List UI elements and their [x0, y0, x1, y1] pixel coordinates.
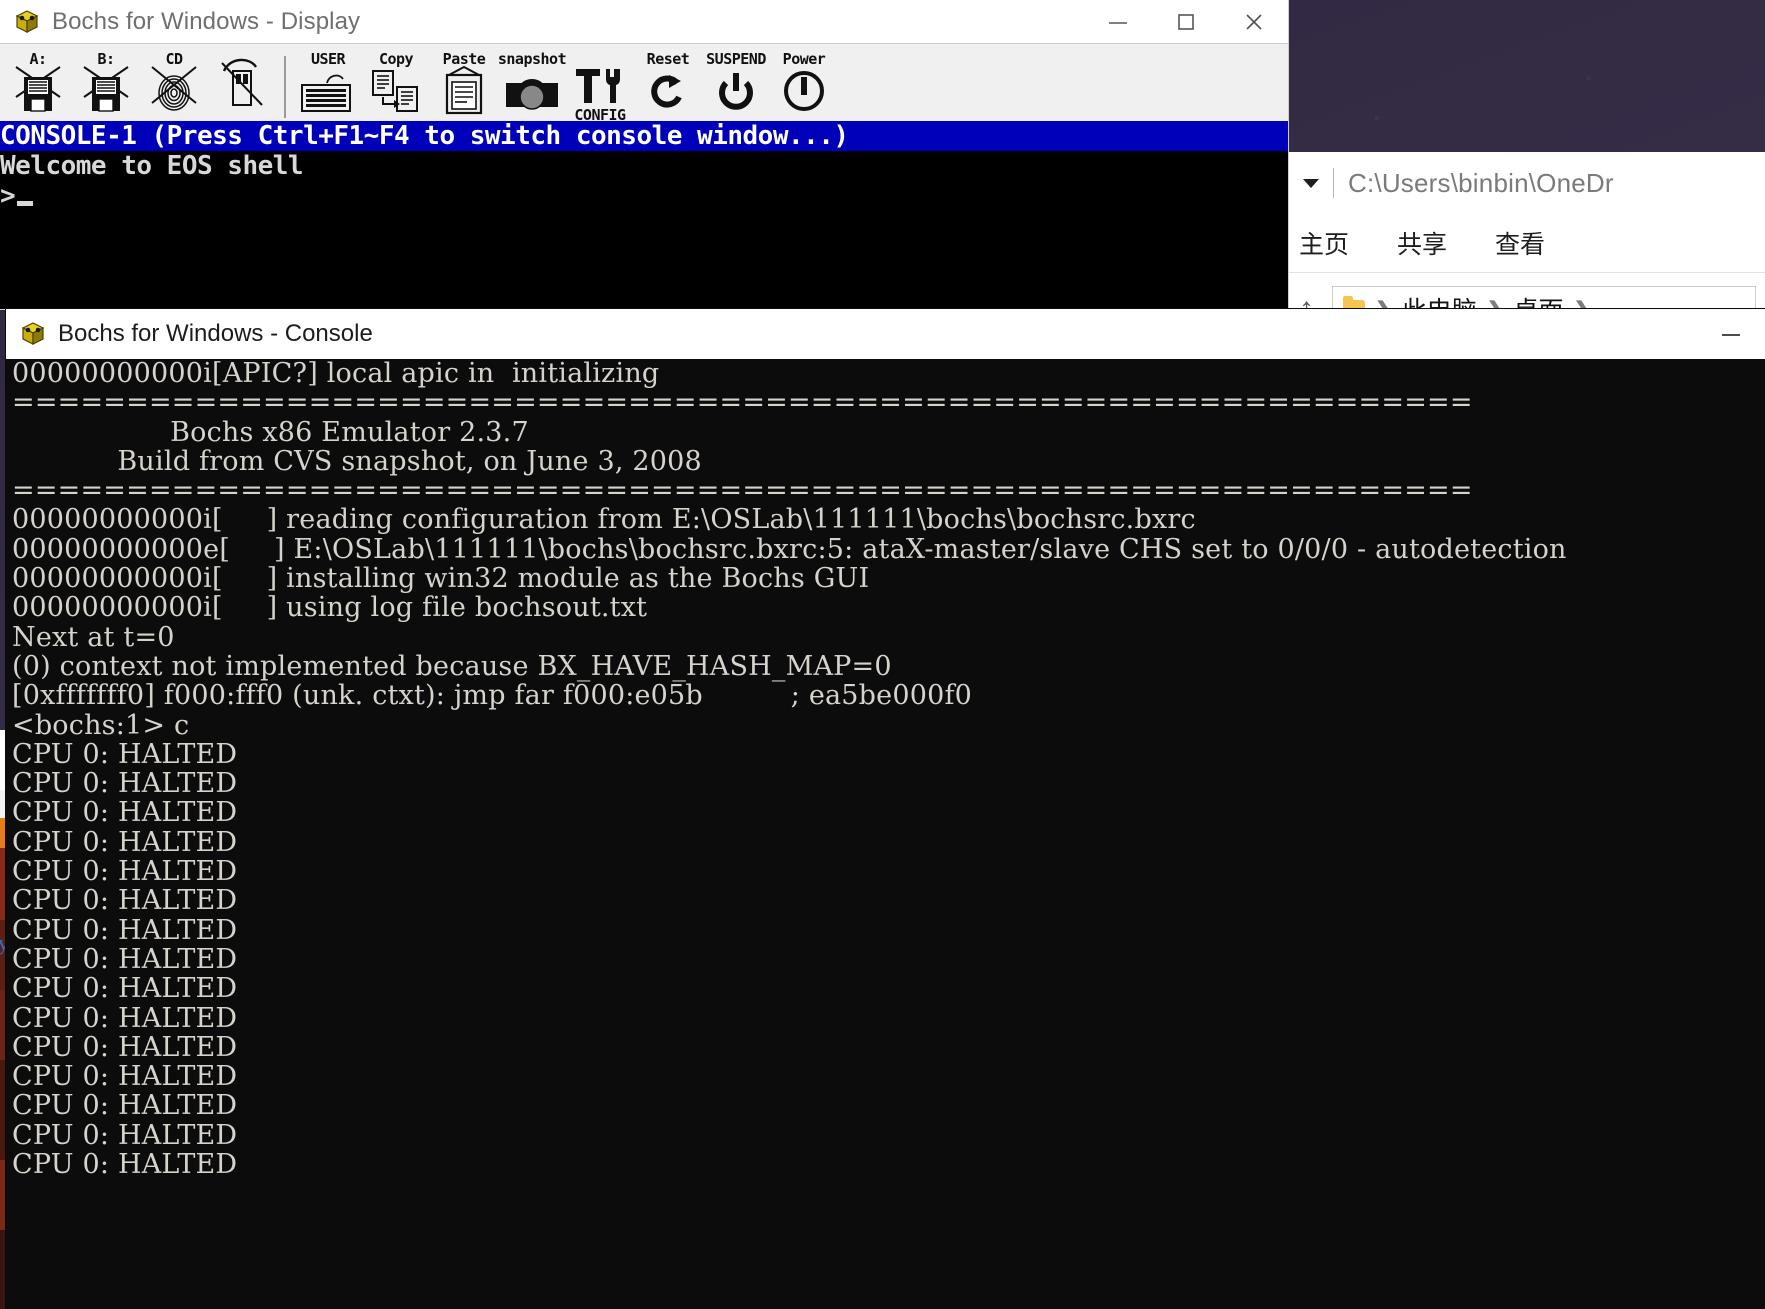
toolbar-label-suspend: SUSPEND — [706, 50, 766, 68]
bochs-display-window[interactable]: Bochs for Windows - Display A: B: CD USE… — [0, 0, 1288, 309]
toolbar-button-cdrom[interactable]: CD — [140, 48, 208, 122]
toolbar-button-suspend[interactable]: SUSPEND — [702, 48, 770, 122]
console-window-buttons[interactable] — [1697, 313, 1765, 356]
copy-icon — [369, 67, 423, 120]
toolbar-label-floppy-a: A: — [29, 50, 47, 68]
minimize-icon[interactable] — [1084, 0, 1152, 43]
chevron-down-icon[interactable] — [1303, 178, 1319, 188]
console-line: CPU 0: HALTED — [12, 1002, 238, 1034]
minimize-icon[interactable] — [1697, 313, 1765, 356]
console-line: CPU 0: HALTED — [12, 1149, 238, 1181]
tab-view[interactable]: 查看 — [1495, 225, 1545, 261]
tab-share[interactable]: 共享 — [1397, 225, 1447, 261]
toolbar-label-copy: Copy — [378, 50, 414, 68]
vga-prompt-text: > — [0, 181, 16, 211]
bochs-vga-screen[interactable]: CONSOLE-1 (Press Ctrl+F1~F4 to switch co… — [0, 121, 1288, 309]
display-window-buttons[interactable] — [1084, 0, 1288, 43]
toolbar-button-snapshot[interactable]: snapshot — [497, 48, 567, 122]
display-toolbar[interactable]: A: B: CD USER Copy Paste snapshot CONFIG… — [0, 43, 1288, 124]
toolbar-button-floppy-a[interactable]: A: — [4, 48, 72, 122]
explorer-ribbon-tabs[interactable]: 主页 共享 查看 — [1289, 214, 1765, 273]
console-line: CPU 0: HALTED — [12, 885, 238, 917]
toolbar-button-config[interactable]: CONFIG — [566, 48, 634, 124]
toolbar-button-paste[interactable]: Paste — [430, 48, 498, 122]
console-line: CPU 0: HALTED — [12, 1061, 238, 1093]
bochs-cube-icon — [14, 9, 40, 35]
console-line: CPU 0: HALTED — [12, 738, 238, 770]
console-line: CPU 0: HALTED — [12, 943, 238, 975]
console-line: 00000000000e[ ] E:\OSLab\111111\bochs\bo… — [12, 533, 1567, 565]
toolbar-button-floppy-b[interactable]: B: — [72, 48, 140, 122]
maximize-icon[interactable] — [1152, 0, 1220, 43]
power-circle-icon — [779, 65, 829, 120]
floppy-disk-icon — [80, 63, 132, 120]
text-cursor — [17, 201, 34, 206]
console-output-area[interactable]: 00000000000i[APIC?] local apic in initia… — [6, 359, 1765, 1309]
console-line: CPU 0: HALTED — [12, 826, 238, 858]
bochs-console-window[interactable]: Bochs for Windows - Console 00000000000i… — [6, 309, 1765, 1309]
console-line: CPU 0: HALTED — [12, 1090, 238, 1122]
console-line: ========================================… — [12, 387, 1473, 419]
console-line: CPU 0: HALTED — [12, 1119, 238, 1151]
console-title-bar[interactable]: Bochs for Windows - Console — [6, 309, 1765, 359]
console-line: 00000000000i[APIC?] local apic in initia… — [12, 359, 660, 389]
floppy-disk-icon — [12, 63, 64, 120]
console-line: (0) context not implemented because BX_H… — [12, 650, 892, 682]
console-title-text: Bochs for Windows - Console — [58, 320, 373, 347]
camera-icon — [503, 71, 561, 120]
toolbar-label-cdrom: CD — [165, 50, 183, 68]
toolbar-label-paste: Paste — [442, 50, 486, 68]
vga-prompt-line[interactable]: > — [0, 181, 1288, 211]
toolbar-label-power: Power — [782, 50, 826, 68]
toolbar-divider — [284, 56, 286, 118]
toolbar-button-power[interactable]: Power — [770, 48, 838, 122]
toolbar-button-mouse[interactable] — [208, 48, 276, 122]
toolbar-label-user: USER — [310, 50, 346, 68]
toolbar-button-reset[interactable]: Reset — [634, 48, 702, 122]
console-line: Build from CVS snapshot, on June 3, 2008 — [12, 445, 702, 477]
explorer-address-bar[interactable]: C:\Users\binbin\OneDr — [1289, 152, 1765, 214]
keyboard-icon — [299, 69, 357, 120]
toolbar-button-copy[interactable]: Copy — [362, 48, 430, 122]
toolbar-label-snapshot: snapshot — [497, 50, 567, 68]
console-line: CPU 0: HALTED — [12, 1031, 238, 1063]
explorer-address-path: C:\Users\binbin\OneDr — [1348, 167, 1614, 198]
console-line: 00000000000i[ ] using log file bochsout.… — [12, 592, 648, 624]
tab-home[interactable]: 主页 — [1299, 225, 1349, 261]
bochs-cube-icon — [20, 321, 46, 347]
console-line: Next at t=0 — [12, 621, 175, 653]
console-line: CPU 0: HALTED — [12, 797, 238, 829]
toolbar-label-reset: Reset — [646, 50, 690, 68]
console-line: 00000000000i[ ] reading configuration fr… — [12, 504, 1196, 536]
console-line: CPU 0: HALTED — [12, 914, 238, 946]
reset-arrow-icon — [645, 69, 691, 120]
console-prompt-line[interactable]: <bochs:1> c — [12, 710, 1765, 740]
cdrom-icon — [148, 63, 200, 120]
display-title-bar[interactable]: Bochs for Windows - Display — [0, 0, 1288, 43]
console-line: CPU 0: HALTED — [12, 768, 238, 800]
vga-console-header: CONSOLE-1 (Press Ctrl+F1~F4 to switch co… — [0, 121, 1288, 151]
console-line: ========================================… — [12, 475, 1473, 507]
mouse-icon — [216, 55, 268, 120]
console-line: Bochs x86 Emulator 2.3.7 — [12, 416, 529, 448]
console-line: 00000000000i[ ] installing win32 module … — [12, 563, 870, 595]
vga-line-welcome: Welcome to EOS shell — [0, 151, 304, 181]
console-line: CPU 0: HALTED — [12, 973, 238, 1005]
toolbar-button-user[interactable]: USER — [294, 48, 362, 122]
display-title-text: Bochs for Windows - Display — [52, 7, 361, 35]
toolbar-divider — [1333, 168, 1334, 198]
power-icon — [713, 69, 759, 120]
close-icon[interactable] — [1220, 0, 1288, 43]
console-line: CPU 0: HALTED — [12, 856, 238, 888]
toolbar-label-floppy-b: B: — [97, 50, 115, 68]
paste-icon — [439, 65, 489, 120]
console-line: [0xfffffff0] f000:fff0 (unk. ctxt): jmp … — [12, 680, 973, 712]
